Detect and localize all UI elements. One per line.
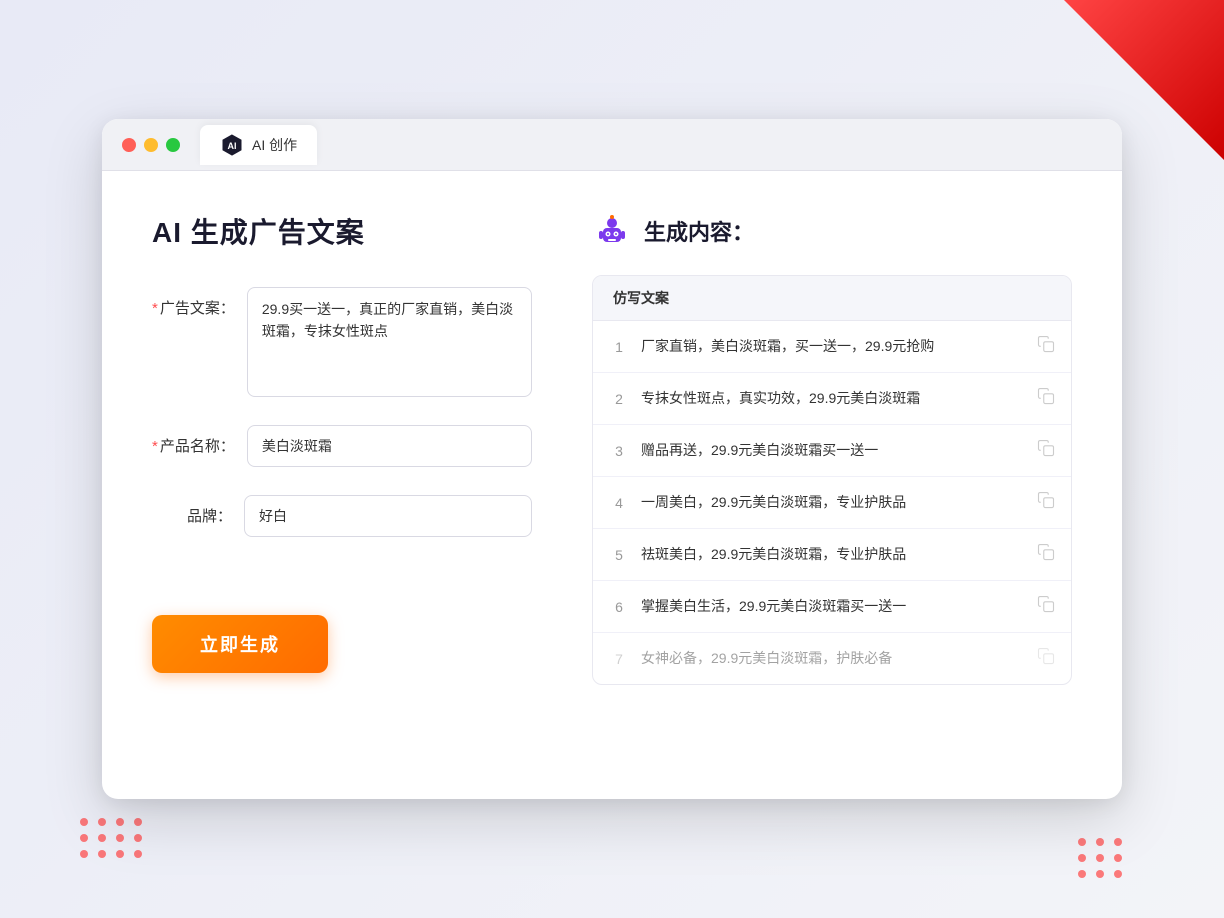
brand-label: 品牌： xyxy=(152,495,232,526)
brand-group: 品牌： xyxy=(152,495,532,537)
brand-input[interactable] xyxy=(244,495,532,537)
ai-tab-icon: AI xyxy=(220,133,244,157)
copy-icon[interactable] xyxy=(1037,335,1055,358)
browser-window: AI AI 创作 AI 生成广告文案 *广告文案： *产品名称： xyxy=(102,119,1122,799)
row-number: 4 xyxy=(609,495,629,511)
table-row: 6 掌握美白生活，29.9元美白淡斑霜买一送一 xyxy=(593,581,1071,633)
close-button[interactable] xyxy=(122,138,136,152)
row-number: 5 xyxy=(609,547,629,563)
titlebar: AI AI 创作 xyxy=(102,119,1122,171)
copy-icon[interactable] xyxy=(1037,387,1055,410)
product-name-group: *产品名称： xyxy=(152,425,532,467)
table-row: 1 厂家直销，美白淡斑霜，买一送一，29.9元抢购 xyxy=(593,321,1071,373)
ad-copy-group: *广告文案： xyxy=(152,287,532,397)
table-row: 7 女神必备，29.9元美白淡斑霜，护肤必备 xyxy=(593,633,1071,684)
results-list: 1 厂家直销，美白淡斑霜，买一送一，29.9元抢购 2 专抹女性斑点，真实功效，29.… xyxy=(593,321,1071,684)
right-panel: 生成内容： 仿写文案 1 厂家直销，美白淡斑霜，买一送一，29.9元抢购 2 专抹女性… xyxy=(592,211,1072,751)
robot-icon xyxy=(592,211,632,251)
table-row: 4 一周美白，29.9元美白淡斑霜，专业护肤品 xyxy=(593,477,1071,529)
row-number: 3 xyxy=(609,443,629,459)
svg-text:AI: AI xyxy=(228,141,237,151)
copy-icon[interactable] xyxy=(1037,647,1055,670)
copy-icon[interactable] xyxy=(1037,543,1055,566)
page-title: AI 生成广告文案 xyxy=(152,211,532,251)
copy-icon[interactable] xyxy=(1037,595,1055,618)
right-header: 生成内容： xyxy=(592,211,1072,251)
product-name-input[interactable] xyxy=(247,425,532,467)
product-name-label: *产品名称： xyxy=(152,425,235,456)
left-panel: AI 生成广告文案 *广告文案： *产品名称： 品牌： 立 xyxy=(152,211,532,751)
row-number: 6 xyxy=(609,599,629,615)
row-text: 赠品再送，29.9元美白淡斑霜买一送一 xyxy=(641,440,1025,461)
product-name-required: * xyxy=(152,438,158,455)
deco-dots-left xyxy=(80,818,144,858)
row-text: 女神必备，29.9元美白淡斑霜，护肤必备 xyxy=(641,648,1025,669)
results-table: 仿写文案 1 厂家直销，美白淡斑霜，买一送一，29.9元抢购 2 专抹女性斑点，真实功… xyxy=(592,275,1072,685)
table-row: 3 赠品再送，29.9元美白淡斑霜买一送一 xyxy=(593,425,1071,477)
table-row: 2 专抹女性斑点，真实功效，29.9元美白淡斑霜 xyxy=(593,373,1071,425)
minimize-button[interactable] xyxy=(144,138,158,152)
copy-icon[interactable] xyxy=(1037,491,1055,514)
table-header: 仿写文案 xyxy=(593,276,1071,321)
row-text: 厂家直销，美白淡斑霜，买一送一，29.9元抢购 xyxy=(641,336,1025,357)
copy-icon[interactable] xyxy=(1037,439,1055,462)
deco-dots-right xyxy=(1078,838,1124,878)
row-number: 1 xyxy=(609,339,629,355)
table-row: 5 祛斑美白，29.9元美白淡斑霜，专业护肤品 xyxy=(593,529,1071,581)
row-text: 掌握美白生活，29.9元美白淡斑霜买一送一 xyxy=(641,596,1025,617)
generate-button[interactable]: 立即生成 xyxy=(152,615,328,673)
row-text: 专抹女性斑点，真实功效，29.9元美白淡斑霜 xyxy=(641,388,1025,409)
ad-copy-label: *广告文案： xyxy=(152,287,235,318)
traffic-lights xyxy=(122,138,180,152)
right-title: 生成内容： xyxy=(644,215,754,247)
row-number: 7 xyxy=(609,651,629,667)
row-number: 2 xyxy=(609,391,629,407)
row-text: 一周美白，29.9元美白淡斑霜，专业护肤品 xyxy=(641,492,1025,513)
maximize-button[interactable] xyxy=(166,138,180,152)
ad-copy-input[interactable] xyxy=(247,287,532,397)
ad-copy-required: * xyxy=(152,300,158,317)
ai-tab[interactable]: AI AI 创作 xyxy=(200,125,317,165)
content-area: AI 生成广告文案 *广告文案： *产品名称： 品牌： 立 xyxy=(102,171,1122,791)
row-text: 祛斑美白，29.9元美白淡斑霜，专业护肤品 xyxy=(641,544,1025,565)
tab-label: AI 创作 xyxy=(252,135,297,155)
